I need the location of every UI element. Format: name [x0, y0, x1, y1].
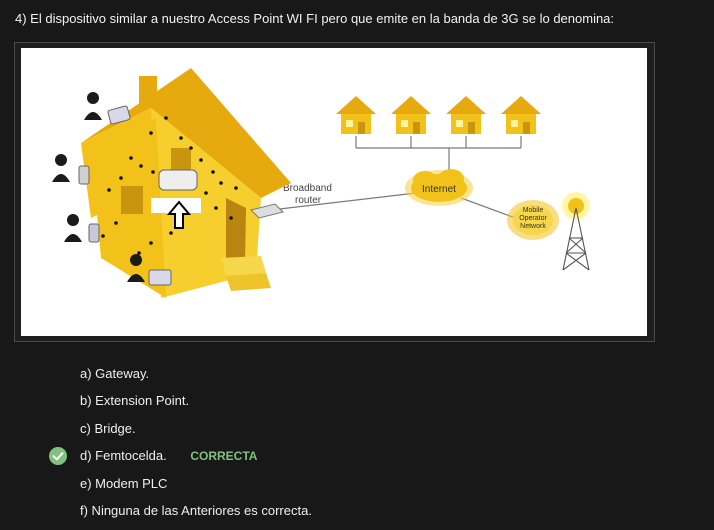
option-d[interactable]: d) Femtocelda. CORRECTA [49, 447, 312, 475]
small-house-icon [446, 96, 486, 134]
option-label: f) Ninguna de las Anteriores es correcta… [80, 502, 312, 518]
small-houses [336, 96, 541, 134]
main-house [81, 68, 291, 298]
option-e[interactable]: e) Modem PLC [80, 476, 312, 503]
check-circle-icon [49, 447, 67, 466]
option-label: a) Gateway. [80, 366, 150, 381]
mobile-operator-label-1: Mobile [523, 207, 544, 214]
cell-tower-icon [562, 192, 590, 271]
option-label: b) Extension Point. [80, 393, 190, 409]
person-icon [84, 92, 102, 120]
question-text: 4) El dispositivo similar a nuestro Acce… [15, 11, 615, 26]
mobile-operator-label-3: Network [520, 223, 546, 230]
internet-label: Internet [422, 184, 456, 195]
person-icon [52, 154, 70, 182]
correct-status-label: CORRECTA [190, 449, 258, 464]
network-diagram-image: Internet Mobile Operator Network Broadba… [21, 48, 647, 336]
small-house-icon [391, 96, 431, 134]
small-house-icon [501, 96, 541, 134]
connection-lines [270, 136, 522, 221]
option-label: d) Femtocelda. [80, 448, 167, 464]
question-image-frame: Internet Mobile Operator Network Broadba… [14, 42, 655, 342]
option-b[interactable]: b) Extension Point. [80, 393, 312, 420]
person-icon [64, 214, 82, 242]
answer-options-list: a) Gateway. b) Extension Point. c) Bridg… [49, 366, 312, 530]
broadband-router-label-1: Broadband [283, 183, 332, 194]
broadband-router-label-2: router [295, 195, 322, 206]
option-label: c) Bridge. [80, 420, 136, 436]
option-f[interactable]: f) Ninguna de las Anteriores es correcta… [80, 503, 312, 530]
option-c[interactable]: c) Bridge. [80, 421, 312, 448]
option-label: e) Modem PLC [80, 475, 168, 491]
mobile-operator-label-2: Operator [519, 215, 547, 222]
option-a[interactable]: a) Gateway. [80, 366, 312, 393]
small-house-icon [336, 96, 376, 134]
